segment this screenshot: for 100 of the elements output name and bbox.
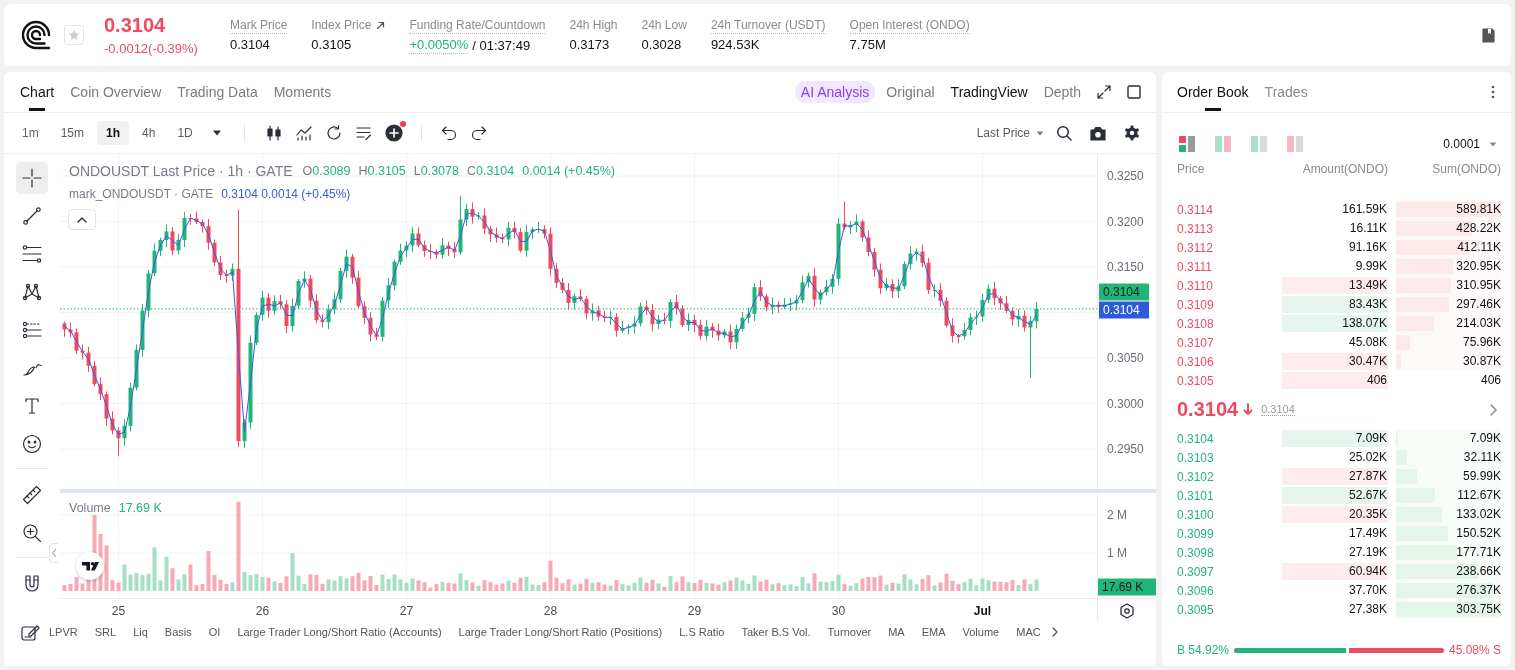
order-sum: 320.95K: [1456, 259, 1501, 273]
expand-icon[interactable]: [1097, 85, 1111, 99]
indicator-item[interactable]: Taker B.S Vol.: [741, 626, 811, 638]
order-price: 0.3097: [1177, 564, 1215, 579]
order-price: 0.3095: [1177, 602, 1215, 617]
indicator-item[interactable]: Volume: [962, 626, 1000, 638]
settings-icon[interactable]: [1124, 125, 1140, 141]
stat-label: Funding Rate/Countdown: [409, 16, 546, 34]
arrow-up-right-icon[interactable]: [376, 20, 386, 30]
more-options-icon[interactable]: [1491, 85, 1495, 99]
indicator-item[interactable]: OI: [208, 626, 221, 638]
arrow-down-icon: [1243, 403, 1254, 416]
chart-tab[interactable]: Coin Overview: [70, 72, 162, 112]
caret-down-icon[interactable]: [211, 130, 222, 136]
order-amount: 9.99K: [1354, 258, 1388, 275]
chart-view-tab[interactable]: Depth: [1043, 72, 1081, 112]
volume-axis-label: 1 M: [1107, 546, 1127, 560]
add-indicator-icon[interactable]: [384, 124, 403, 142]
zoom-in-icon[interactable]: [22, 523, 42, 543]
redo-icon[interactable]: [469, 124, 488, 142]
order-price: 0.3114: [1177, 202, 1214, 217]
stat-label: 24h Low: [641, 16, 687, 34]
indicators-icon[interactable]: [294, 124, 313, 142]
stat-value: 0.3028: [641, 36, 682, 53]
indicator-item[interactable]: Large Trader Long/Short Ratio (Accounts): [237, 626, 442, 638]
replay-icon[interactable]: [324, 124, 343, 142]
interval-button[interactable]: 1D: [168, 121, 202, 145]
chart-tab[interactable]: Trading Data: [177, 72, 258, 112]
price-axis-label: 0.3150: [1107, 260, 1144, 274]
chevron-right-icon[interactable]: [1051, 627, 1058, 637]
chart-view-tab[interactable]: TradingView: [950, 72, 1028, 112]
square-icon[interactable]: [1127, 85, 1141, 99]
indicator-item[interactable]: MA: [888, 626, 905, 638]
ai-analysis-button[interactable]: AI Analysis: [794, 81, 876, 103]
crosshair-icon[interactable]: [16, 162, 48, 194]
chart-tab[interactable]: Moments: [273, 72, 332, 112]
order-sum: 59.99K: [1462, 469, 1501, 483]
collapse-legend-button[interactable]: [68, 209, 96, 230]
order-amount: 60.94K: [1282, 563, 1388, 580]
order-book-tab[interactable]: Trades: [1264, 72, 1308, 112]
order-amount: 27.38K: [1347, 601, 1388, 618]
column-header: Price: [1177, 161, 1206, 177]
price-axis-label: 0.3000: [1107, 396, 1144, 411]
price-change: -0.0012(-0.39%): [104, 40, 198, 57]
interval-button[interactable]: 4h: [133, 121, 165, 145]
order-price: 0.3110: [1177, 278, 1214, 293]
time-axis-label: 30: [831, 603, 846, 618]
indicator-item[interactable]: L.S Ratio: [679, 626, 725, 638]
time-axis-label: 28: [543, 603, 558, 618]
emoji-icon[interactable]: [22, 434, 42, 454]
trend-line-icon[interactable]: [22, 206, 42, 226]
ohlc-value: L0.3078: [413, 164, 459, 178]
price-source-dropdown[interactable]: Last Price: [976, 126, 1044, 140]
interval-button[interactable]: 1h: [97, 121, 130, 145]
chart-settings-icon[interactable]: [1120, 603, 1134, 619]
notebook-icon[interactable]: [1482, 27, 1495, 43]
order-amount: 25.02K: [1347, 449, 1388, 466]
order-price: 0.3113: [1177, 221, 1214, 236]
order-sum: 310.95K: [1456, 278, 1501, 292]
pattern-icon[interactable]: [22, 282, 42, 302]
indicator-item[interactable]: Large Trader Long/Short Ratio (Positions): [458, 626, 663, 638]
interval-button[interactable]: 1m: [13, 121, 48, 145]
mid-price: 0.3104: [1177, 398, 1239, 421]
stat-label: 24h High: [569, 16, 618, 34]
indicator-item[interactable]: Turnover: [827, 626, 872, 638]
order-amount: 52.67K: [1282, 487, 1388, 504]
magnet-icon[interactable]: [22, 574, 42, 594]
undo-icon[interactable]: [439, 124, 458, 142]
horizontal-lines-icon[interactable]: [22, 244, 42, 264]
indicator-item[interactable]: LPVR: [49, 626, 78, 638]
indicator-item[interactable]: Basis: [164, 626, 192, 638]
order-price: 0.3111: [1177, 259, 1213, 274]
time-axis-label: Jul: [973, 603, 992, 618]
mark-price: 0.3104: [1261, 403, 1295, 416]
indicator-item[interactable]: Liq: [133, 626, 148, 638]
countdown-timer: / 01:37:49: [472, 37, 531, 54]
ohlc-value: C0.3104: [466, 164, 515, 178]
indicator-item[interactable]: EMA: [921, 626, 946, 638]
order-amount: 30.47K: [1282, 353, 1388, 370]
candle-style-icon[interactable]: [264, 124, 283, 142]
ohlc-value: H0.3105: [358, 164, 406, 178]
stat-value: 0.3104: [230, 36, 270, 53]
ruler-icon[interactable]: [22, 485, 42, 505]
interval-button[interactable]: 15m: [51, 121, 93, 145]
order-sum: 412.11K: [1457, 240, 1501, 254]
indicator-item[interactable]: SRL: [94, 626, 117, 638]
volume-title: Volume: [69, 501, 111, 515]
channel-icon[interactable]: [22, 320, 42, 340]
chevron-right-icon[interactable]: [1490, 403, 1497, 416]
chart-view-tab[interactable]: Original: [886, 72, 935, 112]
precision-dropdown[interactable]: 0.0001: [1443, 137, 1497, 151]
price-change-value: 0.0014 (+0.45%): [522, 164, 615, 178]
search-icon[interactable]: [1056, 125, 1072, 141]
order-sum: 32.11K: [1463, 450, 1501, 464]
camera-icon[interactable]: [1090, 125, 1106, 141]
template-icon[interactable]: [354, 124, 373, 142]
text-tool-icon[interactable]: [22, 396, 42, 416]
logo-icon: [76, 552, 104, 580]
indicator-item[interactable]: MAC: [1016, 626, 1041, 638]
book-layout-icon[interactable]: [1179, 136, 1195, 152]
